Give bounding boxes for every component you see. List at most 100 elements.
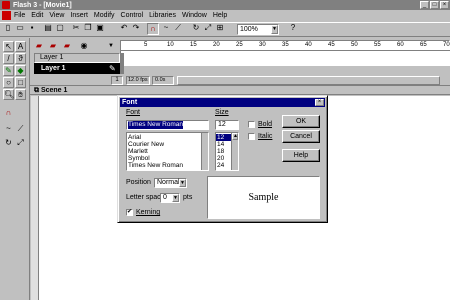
scale-icon[interactable]: ⤢: [202, 23, 214, 35]
undo-icon[interactable]: ↶: [118, 23, 130, 35]
ruler-tick-label: 20: [213, 42, 220, 48]
straighten-icon[interactable]: ⟋: [172, 23, 184, 35]
help-button[interactable]: Help: [282, 149, 320, 162]
line-tool-icon[interactable]: /: [3, 53, 14, 64]
app-title-bar: Flash 3 - [Movie1]: [0, 0, 450, 10]
align-icon[interactable]: ⊞: [214, 23, 226, 35]
arrow-tool-icon[interactable]: ↖: [3, 41, 14, 52]
kerning-label: Kerning: [136, 209, 161, 216]
timeline-scrollbar[interactable]: [177, 76, 440, 85]
font-option[interactable]: Symbol: [127, 155, 208, 162]
ruler-tick-label: 60: [397, 42, 404, 48]
zoom-tool-icon[interactable]: 🔍︎: [3, 89, 14, 100]
ruler-tick-label: 30: [259, 42, 266, 48]
font-option[interactable]: Times New Roman: [127, 162, 208, 169]
ruler-tick-label: 45: [328, 42, 335, 48]
oval-tool-icon[interactable]: ○: [3, 77, 14, 88]
cut-icon[interactable]: ✂: [70, 23, 82, 35]
menu-file[interactable]: File: [14, 12, 25, 19]
save-icon[interactable]: ▪: [26, 23, 38, 35]
font-dialog: Font × Font Times New Roman Arial Courie…: [117, 95, 328, 223]
menu-edit[interactable]: Edit: [31, 12, 43, 19]
letter-space-unit: pts: [183, 194, 193, 201]
font-label: Font: [126, 109, 141, 116]
chevron-down-icon[interactable]: ▼: [179, 179, 186, 187]
modifier-scale-icon[interactable]: ⤢: [15, 138, 26, 149]
menu-control[interactable]: Control: [121, 12, 144, 19]
menu-insert[interactable]: Insert: [70, 12, 88, 19]
copy-icon[interactable]: ❐: [82, 23, 94, 35]
font-list-scrollbar[interactable]: [201, 133, 208, 170]
close-button[interactable]: ×: [440, 1, 449, 9]
scene-icon: ⧉: [34, 87, 39, 94]
maximize-button[interactable]: □: [430, 1, 439, 9]
layer-outline-icon[interactable]: ▰: [61, 41, 73, 53]
ruler-tick-label: 55: [374, 42, 381, 48]
menu-modify[interactable]: Modify: [94, 12, 115, 19]
menu-help[interactable]: Help: [213, 12, 227, 19]
layer-lock-icon[interactable]: ▰: [47, 41, 59, 53]
document-icon: [2, 11, 11, 20]
italic-checkbox[interactable]: [248, 133, 255, 140]
kerning-checkbox[interactable]: ✔: [126, 209, 133, 216]
sample-preview: Sample: [207, 176, 320, 219]
paste-icon[interactable]: ▣: [94, 23, 106, 35]
menu-view[interactable]: View: [49, 12, 64, 19]
print-preview-icon[interactable]: ▢: [54, 23, 66, 35]
text-tool-icon[interactable]: A: [15, 41, 26, 52]
add-layer-icon[interactable]: ▰: [33, 41, 45, 53]
new-icon[interactable]: ▯: [2, 23, 14, 35]
modifier-smooth-icon[interactable]: ~: [3, 124, 14, 135]
size-field[interactable]: 12: [215, 120, 239, 130]
playhead[interactable]: [120, 53, 124, 74]
layer-row[interactable]: Layer 1: [34, 53, 120, 63]
layer-row-selected[interactable]: Layer 1: [34, 63, 120, 74]
font-option[interactable]: Arial: [127, 134, 208, 141]
minimize-button[interactable]: _: [420, 1, 429, 9]
bold-checkbox[interactable]: [248, 121, 255, 128]
font-name-field[interactable]: Times New Roman: [126, 120, 209, 130]
timeline-menu-icon[interactable]: ▼: [105, 41, 117, 53]
rotate-icon[interactable]: ↻: [190, 23, 202, 35]
hand-tool-icon[interactable]: ✋︎: [15, 89, 26, 100]
modifier-straighten-icon[interactable]: ⟋: [15, 124, 26, 135]
menu-libraries[interactable]: Libraries: [149, 12, 176, 19]
brush-tool-icon[interactable]: ◆: [15, 65, 26, 76]
ok-button[interactable]: OK: [282, 115, 320, 128]
font-option[interactable]: Marlett: [127, 148, 208, 155]
app-icon: [2, 1, 10, 9]
ruler-tick-label: 25: [236, 42, 243, 48]
ruler-tick-label: 5: [144, 42, 148, 48]
cancel-button[interactable]: Cancel: [282, 130, 320, 143]
position-label: Position: [126, 179, 151, 186]
rectangle-tool-icon[interactable]: □: [15, 77, 26, 88]
open-icon[interactable]: ▭: [14, 23, 26, 35]
scene-bar: [30, 86, 450, 95]
size-label: Size: [215, 109, 229, 116]
size-list-scrollbar[interactable]: ▲: [231, 133, 238, 170]
modifier-rotate-icon[interactable]: ↻: [3, 138, 14, 149]
font-option[interactable]: Courier New: [127, 141, 208, 148]
lasso-tool-icon[interactable]: ϑ: [15, 53, 26, 64]
pencil-tool-icon[interactable]: ✎: [3, 65, 14, 76]
context-help-icon[interactable]: ?: [287, 23, 299, 35]
ruler-tick-label: 15: [190, 42, 197, 48]
ruler-tick-label: 65: [420, 42, 427, 48]
scene-label[interactable]: ⧉ Scene 1: [34, 86, 67, 95]
font-dialog-title: Font: [120, 98, 325, 107]
menu-window[interactable]: Window: [182, 12, 207, 19]
chevron-down-icon[interactable]: ▼: [271, 25, 278, 34]
dialog-close-button[interactable]: ×: [315, 99, 324, 106]
chevron-down-icon[interactable]: ▼: [172, 194, 179, 202]
redo-icon[interactable]: ↷: [130, 23, 142, 35]
modifier-magnet-icon[interactable]: ∩: [3, 108, 14, 119]
letter-space-label: Letter space: [126, 194, 165, 201]
font-list[interactable]: Arial Courier New Marlett Symbol Times N…: [126, 132, 209, 171]
smooth-icon[interactable]: ~: [160, 23, 172, 35]
snap-magnet-icon[interactable]: ∩: [147, 23, 159, 35]
layer-visibility-icon[interactable]: ◉: [78, 41, 90, 53]
work-area-edge: [31, 96, 39, 300]
print-icon[interactable]: ▤: [42, 23, 54, 35]
scroll-up-icon[interactable]: ▲: [232, 133, 238, 140]
bold-label: Bold: [258, 121, 273, 128]
